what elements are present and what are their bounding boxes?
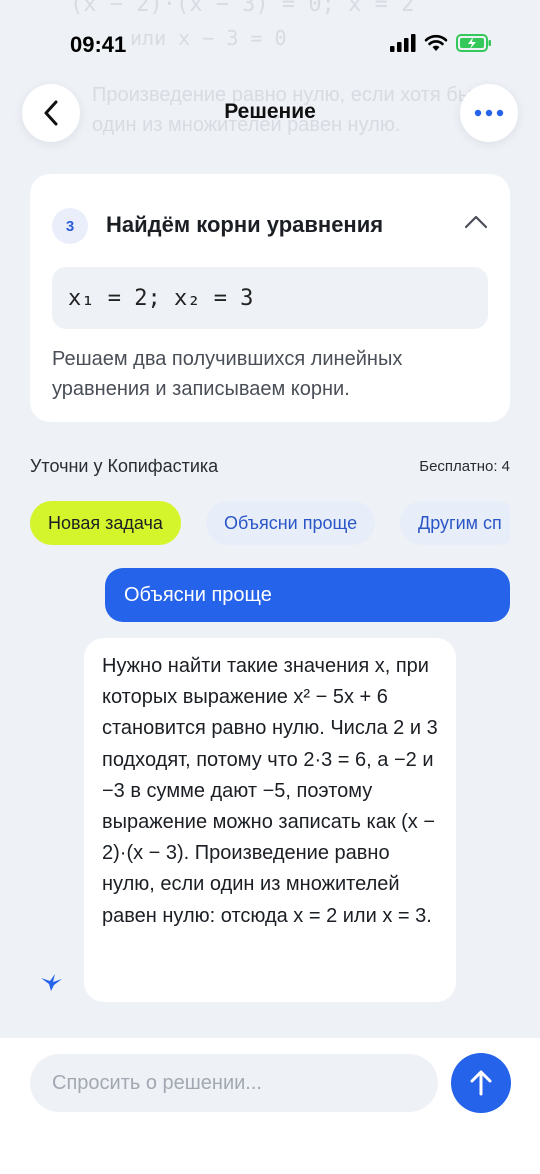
status-icons [390, 34, 492, 52]
chip-new-task[interactable]: Новая задача [30, 501, 181, 545]
arrow-up-icon [470, 1070, 492, 1096]
chip-other-way[interactable]: Другим сп [400, 501, 510, 545]
step-number-badge: 3 [52, 208, 88, 244]
status-time: 09:41 [70, 32, 127, 57]
formula-box: x₁ = 2; x₂ = 3 [52, 267, 488, 329]
free-count-label: Бесплатно: 4 [419, 458, 510, 475]
more-dots-icon [474, 109, 504, 117]
cellular-signal-icon [390, 34, 416, 52]
status-bar: 09:41 [0, 0, 540, 88]
more-options-button[interactable] [460, 84, 518, 142]
page-title: Решение [224, 100, 316, 123]
suggestion-chips: Новая задача Объясни проще Другим сп [30, 501, 510, 545]
bot-message-bubble: Нужно найти такие значения x, при которы… [84, 638, 456, 1002]
wifi-icon [424, 34, 448, 51]
step-description: Решаем два получившихся линейных уравнен… [52, 348, 403, 400]
battery-charging-icon [456, 34, 491, 52]
step-title: Найдём корни уравнения [106, 212, 384, 237]
ask-label: Уточни у Копифастика [30, 456, 219, 476]
ask-input[interactable] [30, 1054, 438, 1112]
user-message-bubble: Объясни проще [105, 568, 510, 622]
send-button[interactable] [451, 1053, 511, 1113]
solution-step-card: 3 Найдём корни уравнения x₁ = 2; x₂ = 3 … [30, 174, 510, 422]
bot-message-text: Нужно найти такие значения x, при которы… [102, 655, 438, 927]
bottom-input-bar [0, 1038, 540, 1174]
chip-explain-simpler[interactable]: Объясни проще [206, 501, 376, 545]
bird-avatar-icon [41, 974, 62, 991]
chevron-up-icon[interactable] [464, 214, 488, 230]
